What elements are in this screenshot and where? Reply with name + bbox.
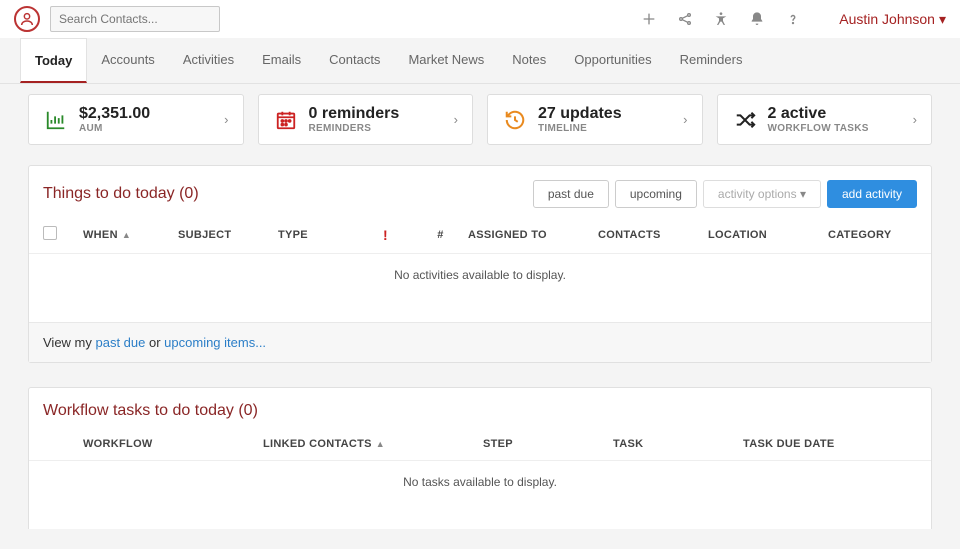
tab-market-news[interactable]: Market News — [394, 38, 498, 83]
col-subject[interactable]: SUBJECT — [178, 229, 278, 241]
stat-timeline[interactable]: 27 updates TIMELINE › — [487, 94, 703, 145]
chevron-right-icon: › — [683, 112, 687, 127]
tab-today[interactable]: Today — [20, 38, 87, 83]
add-activity-button[interactable]: add activity — [827, 180, 917, 208]
sort-asc-icon: ▲ — [376, 439, 385, 449]
stat-reminders-value: 0 reminders — [309, 105, 454, 123]
accessibility-icon[interactable] — [713, 11, 729, 27]
upcoming-items-link[interactable]: upcoming items... — [164, 335, 266, 350]
stat-timeline-value: 27 updates — [538, 105, 683, 123]
tab-notes[interactable]: Notes — [498, 38, 560, 83]
search-input[interactable] — [50, 6, 220, 32]
stat-aum-value: $2,351.00 — [79, 105, 224, 123]
tab-reminders[interactable]: Reminders — [666, 38, 757, 83]
history-icon — [502, 107, 528, 133]
shuffle-icon — [732, 107, 758, 133]
caret-down-icon: ▾ — [939, 11, 946, 28]
col-category[interactable]: CATEGORY — [828, 229, 928, 241]
share-icon[interactable] — [677, 11, 693, 27]
things-title: Things to do today (0) — [43, 185, 199, 203]
col-assigned[interactable]: ASSIGNED TO — [468, 229, 598, 241]
wcol-due[interactable]: TASK DUE DATE — [743, 438, 917, 450]
wcol-task[interactable]: TASK — [613, 438, 743, 450]
activity-options-dropdown[interactable]: activity options — [703, 180, 821, 208]
col-location[interactable]: LOCATION — [708, 229, 828, 241]
things-empty: No activities available to display. — [29, 254, 931, 322]
stat-reminders[interactable]: 0 reminders REMINDERS › — [258, 94, 474, 145]
chevron-right-icon: › — [913, 112, 917, 127]
tab-emails[interactable]: Emails — [248, 38, 315, 83]
tab-activities[interactable]: Activities — [169, 38, 248, 83]
user-name: Austin Johnson — [839, 11, 935, 27]
col-type[interactable]: TYPE — [278, 229, 358, 241]
stat-workflow-value: 2 active — [768, 105, 913, 123]
wcol-workflow[interactable]: WORKFLOW — [83, 438, 263, 450]
calendar-icon — [273, 107, 299, 133]
tab-accounts[interactable]: Accounts — [87, 38, 168, 83]
things-panel: Things to do today (0) past due upcoming… — [28, 165, 932, 363]
col-priority[interactable]: ! — [358, 227, 413, 243]
workflow-title: Workflow tasks to do today (0) — [43, 402, 258, 420]
stat-workflow[interactable]: 2 active WORKFLOW TASKS › — [717, 94, 933, 145]
col-when[interactable]: WHEN▲ — [83, 229, 178, 241]
select-all-checkbox[interactable] — [43, 226, 57, 240]
chevron-right-icon: › — [224, 112, 228, 127]
bell-icon[interactable] — [749, 11, 765, 27]
past-due-link[interactable]: past due — [96, 335, 146, 350]
upcoming-button[interactable]: upcoming — [615, 180, 697, 208]
tab-opportunities[interactable]: Opportunities — [560, 38, 665, 83]
workflow-empty: No tasks available to display. — [29, 461, 931, 529]
wcol-step[interactable]: STEP — [483, 438, 613, 450]
wcol-linked[interactable]: LINKED CONTACTS▲ — [263, 438, 483, 450]
past-due-button[interactable]: past due — [533, 180, 609, 208]
stat-workflow-label: WORKFLOW TASKS — [768, 123, 913, 134]
user-menu[interactable]: Austin Johnson ▾ — [839, 11, 946, 28]
workflow-panel: Workflow tasks to do today (0) WORKFLOW … — [28, 387, 932, 529]
stat-aum[interactable]: $2,351.00 AUM › — [28, 94, 244, 145]
avatar-icon[interactable] — [14, 6, 40, 32]
chevron-right-icon: › — [454, 112, 458, 127]
stat-reminders-label: REMINDERS — [309, 123, 454, 134]
tab-contacts[interactable]: Contacts — [315, 38, 394, 83]
help-icon[interactable] — [785, 11, 801, 27]
things-footer: View my past due or upcoming items... — [29, 322, 931, 362]
stat-timeline-label: TIMELINE — [538, 123, 683, 134]
sort-asc-icon: ▲ — [122, 230, 131, 240]
col-contacts[interactable]: CONTACTS — [598, 229, 708, 241]
add-icon[interactable] — [641, 11, 657, 27]
bar-chart-icon — [43, 107, 69, 133]
stat-aum-label: AUM — [79, 123, 224, 134]
col-count[interactable]: # — [413, 229, 468, 241]
